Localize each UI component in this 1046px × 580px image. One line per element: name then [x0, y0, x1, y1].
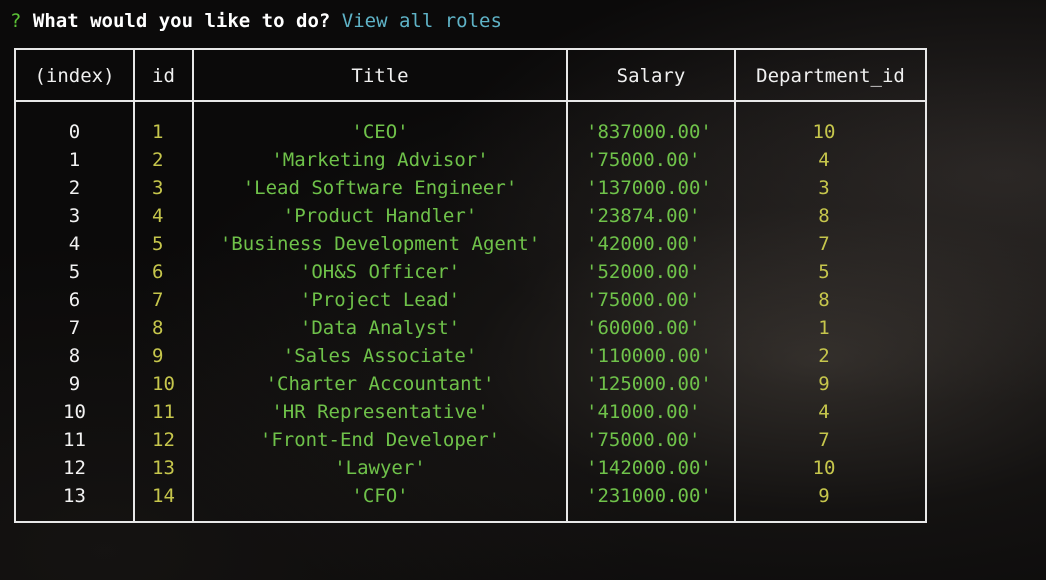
cell-department-id: 10: [812, 121, 836, 143]
cell-title: 'CEO': [351, 121, 409, 143]
table-top-border: [14, 48, 926, 50]
cell-salary: '110000.00': [586, 345, 712, 367]
cell-id: 14: [152, 485, 175, 507]
cell-id: 12: [152, 429, 175, 451]
table-row: 9 10 'Charter Accountant' '125000.00' 9: [0, 370, 1046, 398]
cell-title: 'Charter Accountant': [265, 373, 495, 395]
cell-id: 5: [152, 233, 164, 255]
table-row: 8 9 'Sales Associate' '110000.00' 2: [0, 342, 1046, 370]
cell-department-id: 10: [812, 457, 836, 479]
cell-department-id: 2: [818, 345, 830, 367]
cell-department-id: 7: [818, 233, 830, 255]
prompt-line: ? What would you like to do? View all ro…: [10, 8, 502, 34]
table-row: 1 2 'Marketing Advisor' '75000.00' 4: [0, 146, 1046, 174]
cell-title: 'Lawyer': [334, 457, 426, 479]
table-row: 10 11 'HR Representative' '41000.00' 4: [0, 398, 1046, 426]
cell-index: 9: [68, 373, 81, 395]
cell-index: 5: [68, 261, 81, 283]
cell-id: 7: [152, 289, 164, 311]
cell-index: 8: [68, 345, 81, 367]
cell-salary: '23874.00': [586, 205, 701, 227]
cell-index: 3: [68, 205, 81, 227]
table-row: 6 7 'Project Lead' '75000.00' 8: [0, 286, 1046, 314]
table-row: 7 8 'Data Analyst' '60000.00' 1: [0, 314, 1046, 342]
header-salary: Salary: [616, 65, 686, 87]
cell-title: 'CFO': [351, 485, 409, 507]
header-title: Title: [351, 65, 409, 87]
cell-salary: '837000.00': [586, 121, 712, 143]
cell-index: 2: [68, 177, 81, 199]
cell-index: 0: [68, 121, 81, 143]
cell-title: 'Lead Software Engineer': [242, 177, 518, 199]
cell-salary: '52000.00': [586, 261, 701, 283]
cell-salary: '60000.00': [586, 317, 701, 339]
cell-id: 4: [152, 205, 164, 227]
cell-index: 13: [63, 485, 86, 507]
table-row: 2 3 'Lead Software Engineer' '137000.00' 3: [0, 174, 1046, 202]
cell-id: 2: [152, 149, 164, 171]
cell-salary: '75000.00': [586, 429, 701, 451]
table-header-divider: [14, 100, 926, 102]
table-row: 4 5 'Business Development Agent' '42000.00'…: [0, 230, 1046, 258]
cell-title: 'Front-End Developer': [259, 429, 501, 451]
cell-department-id: 8: [818, 289, 830, 311]
cell-salary: '75000.00': [586, 149, 701, 171]
prompt-answer: View all roles: [341, 10, 502, 32]
cell-salary: '42000.00': [586, 233, 701, 255]
cell-department-id: 7: [818, 429, 830, 451]
cell-index: 10: [63, 401, 86, 423]
cell-id: 9: [152, 345, 164, 367]
cell-department-id: 9: [818, 485, 830, 507]
cell-title: 'Data Analyst': [299, 317, 461, 339]
cell-department-id: 4: [818, 149, 830, 171]
prompt-question: What would you like to do?: [32, 10, 331, 32]
header-index: (index): [34, 65, 115, 87]
cell-salary: '125000.00': [586, 373, 712, 395]
cell-salary: '137000.00': [586, 177, 712, 199]
cell-title: 'Project Lead': [299, 289, 461, 311]
cell-id: 11: [152, 401, 175, 423]
cell-department-id: 4: [818, 401, 830, 423]
cell-id: 1: [152, 121, 164, 143]
table-row: 12 13 'Lawyer' '142000.00' 10: [0, 454, 1046, 482]
cell-department-id: 8: [818, 205, 830, 227]
cell-salary: '142000.00': [586, 457, 712, 479]
cell-id: 3: [152, 177, 164, 199]
cell-index: 11: [63, 429, 86, 451]
cell-department-id: 9: [818, 373, 830, 395]
cell-index: 1: [68, 149, 81, 171]
cell-index: 6: [68, 289, 81, 311]
table-row: 5 6 'OH&S Officer' '52000.00' 5: [0, 258, 1046, 286]
table-row: 11 12 'Front-End Developer' '75000.00' 7: [0, 426, 1046, 454]
cell-title: 'Marketing Advisor': [271, 149, 489, 171]
table-bottom-border: [14, 521, 926, 523]
cell-title: 'OH&S Officer': [299, 261, 461, 283]
cell-title: 'Product Handler': [282, 205, 478, 227]
cell-id: 6: [152, 261, 164, 283]
cell-department-id: 1: [818, 317, 830, 339]
cell-department-id: 3: [818, 177, 830, 199]
table-row: 0 1 'CEO' '837000.00' 10: [0, 118, 1046, 146]
cell-index: 12: [63, 457, 86, 479]
cell-index: 7: [68, 317, 81, 339]
cell-id: 10: [152, 373, 175, 395]
cell-salary: '75000.00': [586, 289, 701, 311]
cell-department-id: 5: [818, 261, 830, 283]
header-id: id: [152, 65, 175, 87]
table-row: 3 4 'Product Handler' '23874.00' 8: [0, 202, 1046, 230]
cell-title: 'HR Representative': [271, 401, 489, 423]
cell-salary: '41000.00': [586, 401, 701, 423]
cell-index: 4: [68, 233, 81, 255]
cell-id: 13: [152, 457, 175, 479]
cell-id: 8: [152, 317, 164, 339]
prompt-marker: ?: [10, 10, 22, 32]
table-row: 13 14 'CFO' '231000.00' 9: [0, 482, 1046, 510]
cell-title: 'Business Development Agent': [219, 233, 541, 255]
cell-title: 'Sales Associate': [282, 345, 478, 367]
cell-salary: '231000.00': [586, 485, 712, 507]
header-department-id: Department_id: [756, 65, 905, 87]
